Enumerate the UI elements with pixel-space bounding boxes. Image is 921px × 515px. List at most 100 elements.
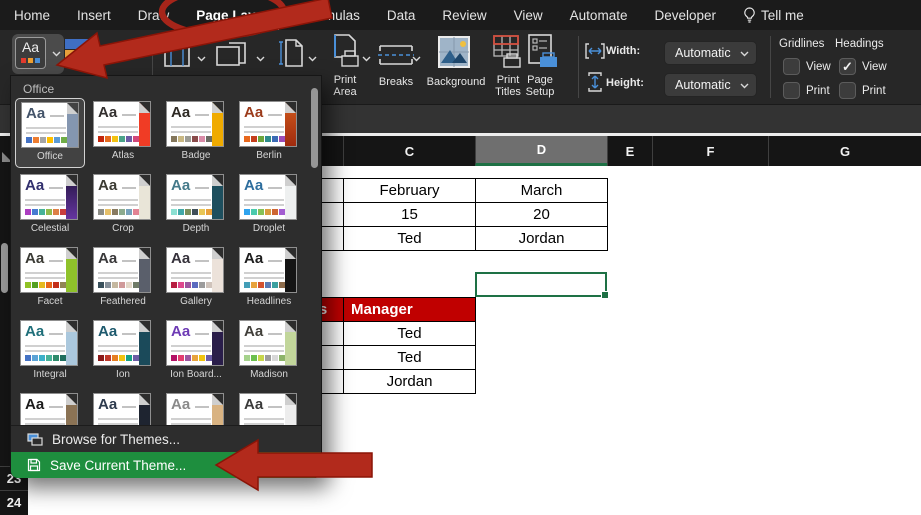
theme-option[interactable]: Aa xyxy=(88,390,158,425)
theme-option-office[interactable]: AaOffice xyxy=(15,98,85,168)
cell[interactable]: February xyxy=(344,179,476,203)
menu-item-browse-for-themes[interactable]: Browse for Themes... xyxy=(11,426,321,452)
manager-header-cell[interactable]: Manager xyxy=(344,298,476,322)
column-header-g[interactable]: G xyxy=(768,136,921,166)
cell[interactable]: Jordan xyxy=(344,370,476,394)
page-fold-icon xyxy=(285,102,296,113)
chevron-down-icon[interactable] xyxy=(362,56,371,62)
gridlines-print-checkbox[interactable] xyxy=(783,82,800,99)
column-header-f[interactable]: F xyxy=(652,136,768,166)
cell[interactable]: Ted xyxy=(344,346,476,370)
theme-colors-icon[interactable] xyxy=(64,38,90,62)
width-icon xyxy=(585,42,605,60)
tab-label: Insert xyxy=(77,8,111,23)
theme-thumbnail: Aa xyxy=(20,393,78,425)
size-icon[interactable] xyxy=(278,38,304,68)
theme-option-headlines[interactable]: AaHeadlines xyxy=(234,244,304,314)
column-header-d[interactable]: D xyxy=(475,136,607,166)
cell[interactable]: 20 xyxy=(476,203,608,227)
cell[interactable]: Ted xyxy=(344,322,476,346)
theme-option[interactable]: Aa xyxy=(15,390,85,425)
panel-scrollbar-thumb[interactable] xyxy=(311,88,318,168)
theme-option-droplet[interactable]: AaDroplet xyxy=(234,171,304,241)
row-header-24[interactable]: 24 xyxy=(0,490,28,514)
page-setup-icon[interactable] xyxy=(527,34,559,70)
theme-thumbnail: Aa xyxy=(21,102,79,148)
column-header-e[interactable]: E xyxy=(607,136,652,166)
theme-option-depth[interactable]: AaDepth xyxy=(161,171,231,241)
page-fold-icon xyxy=(285,394,296,405)
chevron-down-icon[interactable] xyxy=(52,51,61,57)
theme-option-ion-board-[interactable]: AaIon Board... xyxy=(161,317,231,387)
headings-view-checkbox[interactable]: ✓ xyxy=(839,58,856,75)
theme-option-atlas[interactable]: AaAtlas xyxy=(88,98,158,168)
cell[interactable]: 15 xyxy=(344,203,476,227)
gridlines-view-checkbox[interactable] xyxy=(783,58,800,75)
theme-option-facet[interactable]: AaFacet xyxy=(15,244,85,314)
tab-data[interactable]: Data xyxy=(387,8,416,23)
theme-name: Ion xyxy=(88,369,158,380)
margins-icon[interactable] xyxy=(163,40,191,68)
tab-review[interactable]: Review xyxy=(442,8,486,23)
breaks-label[interactable]: Breaks xyxy=(372,76,420,88)
height-icon xyxy=(586,72,604,92)
page-setup-label[interactable]: Page Setup xyxy=(518,74,562,98)
headings-print-checkbox[interactable] xyxy=(839,82,856,99)
chevron-down-icon[interactable] xyxy=(256,56,265,62)
print-area-label[interactable]: Print Area xyxy=(323,74,367,98)
cell[interactable]: Ted xyxy=(344,227,476,251)
theme-option[interactable]: Aa xyxy=(234,390,304,425)
theme-option-badge[interactable]: AaBadge xyxy=(161,98,231,168)
theme-option-integral[interactable]: AaIntegral xyxy=(15,317,85,387)
theme-option-ion[interactable]: AaIon xyxy=(88,317,158,387)
cell[interactable]: March xyxy=(476,179,608,203)
themes-gallery-panel: Office AaOfficeAaAtlasAaBadgeAaBerlin AaC… xyxy=(10,75,322,478)
active-cell-selection[interactable] xyxy=(475,272,607,297)
theme-option-madison[interactable]: AaMadison xyxy=(234,317,304,387)
tab-label: Formulas xyxy=(304,8,360,23)
chevron-down-icon[interactable] xyxy=(412,56,421,62)
excel-window: Home Insert Draw Page Layout Formulas Data Rev… xyxy=(0,0,921,515)
tab-developer[interactable]: Developer xyxy=(654,8,716,23)
themes-aa-glyph: Aa xyxy=(16,38,45,57)
menu-item-save-current-theme[interactable]: Save Current Theme... xyxy=(11,452,321,478)
themes-icon[interactable]: Aa xyxy=(15,37,46,69)
gridlines-print-label: Print xyxy=(806,85,830,97)
orientation-icon[interactable] xyxy=(216,42,252,68)
column-header-c[interactable]: C xyxy=(343,136,475,166)
theme-option-feathered[interactable]: AaFeathered xyxy=(88,244,158,314)
background-icon[interactable] xyxy=(438,36,470,68)
height-select[interactable]: Automatic xyxy=(664,73,757,97)
theme-option-celestial[interactable]: AaCelestial xyxy=(15,171,85,241)
cell[interactable]: Jordan xyxy=(476,227,608,251)
chevron-down-icon[interactable] xyxy=(197,56,206,62)
theme-option-berlin[interactable]: AaBerlin xyxy=(234,98,304,168)
tab-draw[interactable]: Draw xyxy=(138,8,170,23)
tab-automate[interactable]: Automate xyxy=(570,8,628,23)
theme-option[interactable]: Aa xyxy=(161,390,231,425)
themes-section-label: Office xyxy=(23,82,54,96)
fill-handle[interactable] xyxy=(601,291,609,299)
tab-label: Review xyxy=(442,8,486,23)
themes-dropdown-button[interactable]: Aa xyxy=(12,34,64,74)
print-area-icon[interactable] xyxy=(329,34,361,70)
chevron-down-icon[interactable] xyxy=(308,56,317,62)
scrollbar-thumb[interactable] xyxy=(1,243,8,293)
print-titles-icon[interactable] xyxy=(492,34,524,70)
theme-thumbnail: Aa xyxy=(239,320,297,366)
background-label[interactable]: Background xyxy=(420,76,492,88)
theme-thumbnail: Aa xyxy=(166,320,224,366)
gridlines-view-label: View xyxy=(806,61,831,73)
tab-label: View xyxy=(514,8,543,23)
tab-view[interactable]: View xyxy=(514,8,543,23)
tab-insert[interactable]: Insert xyxy=(77,8,111,23)
tab-home[interactable]: Home xyxy=(14,8,50,23)
tab-page-layout[interactable]: Page Layout xyxy=(196,8,276,23)
breaks-icon[interactable] xyxy=(376,42,416,68)
ribbon-tab-bar: Home Insert Draw Page Layout Formulas Data Rev… xyxy=(0,0,921,30)
theme-option-crop[interactable]: AaCrop xyxy=(88,171,158,241)
width-select[interactable]: Automatic xyxy=(664,41,757,65)
theme-option-gallery[interactable]: AaGallery xyxy=(161,244,231,314)
tab-formulas[interactable]: Formulas xyxy=(304,8,360,23)
tab-tell-me[interactable]: Tell me xyxy=(743,7,804,23)
